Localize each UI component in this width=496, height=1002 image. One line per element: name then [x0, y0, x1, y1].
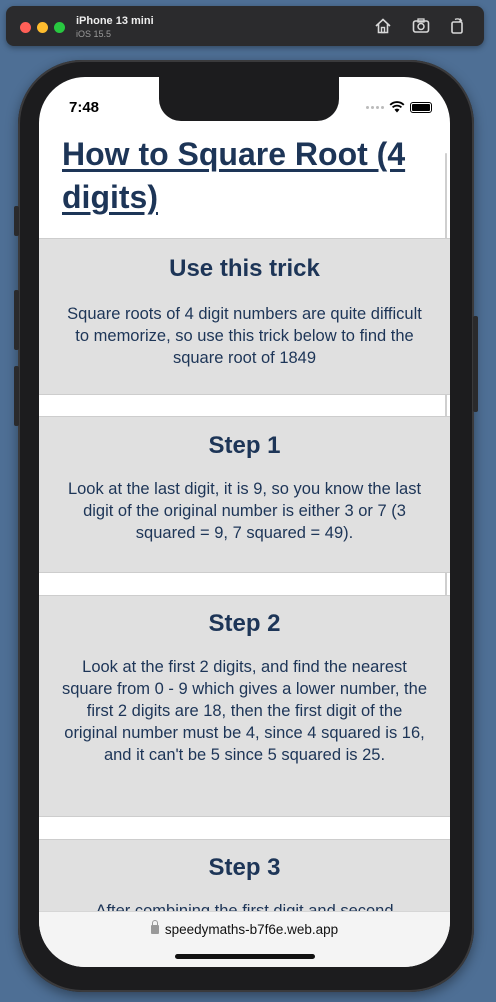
cellular-dots-icon	[366, 105, 384, 109]
mute-switch	[14, 206, 19, 236]
card-body: After combining the first digit and seco…	[95, 902, 394, 913]
close-window-button[interactable]	[20, 22, 31, 33]
card-body: Look at the first 2 digits, and find the…	[61, 658, 427, 764]
rotate-icon[interactable]	[446, 15, 468, 37]
card-step-2: Step 2 Look at the first 2 digits, and f…	[39, 595, 450, 817]
volume-up-button	[14, 290, 19, 350]
card-step-3: Step 3 After combining the first digit a…	[39, 839, 450, 913]
card-heading: Step 1	[208, 432, 281, 459]
status-icons	[366, 101, 432, 113]
home-indicator[interactable]	[175, 954, 315, 959]
battery-icon	[410, 101, 432, 113]
phone-screen: 7:48 How to Square Root (4 digits) Use t…	[39, 77, 450, 967]
device-name: iPhone 13 mini	[76, 15, 154, 27]
card-heading: Step 3	[208, 854, 281, 881]
notch	[159, 77, 339, 121]
card-heading: Use this trick	[169, 255, 320, 282]
web-content[interactable]: How to Square Root (4 digits) Use this t…	[39, 133, 450, 913]
url-field[interactable]: speedymaths-b7f6e.web.app	[39, 920, 450, 937]
simulator-toolbar: iPhone 13 mini iOS 15.5	[6, 6, 484, 46]
wifi-icon	[389, 101, 405, 113]
safari-address-bar[interactable]: speedymaths-b7f6e.web.app	[39, 911, 450, 967]
home-icon[interactable]	[372, 15, 394, 37]
minimize-window-button[interactable]	[37, 22, 48, 33]
status-time: 7:48	[69, 99, 100, 116]
card-step-1: Step 1 Look at the last digit, it is 9, …	[39, 416, 450, 573]
card-body: Square roots of 4 digit numbers are quit…	[67, 305, 422, 367]
os-version: iOS 15.5	[76, 29, 112, 39]
card-heading: Step 2	[208, 610, 281, 637]
zoom-window-button[interactable]	[54, 22, 65, 33]
page-title[interactable]: How to Square Root (4 digits)	[62, 133, 432, 219]
url-text: speedymaths-b7f6e.web.app	[164, 922, 339, 937]
card-use-this-trick: Use this trick Square roots of 4 digit n…	[39, 238, 450, 395]
card-body: Look at the last digit, it is 9, so you …	[67, 480, 422, 542]
screenshot-icon[interactable]	[410, 15, 432, 37]
power-button	[473, 316, 478, 412]
lock-icon	[150, 920, 159, 934]
volume-down-button	[14, 366, 19, 426]
